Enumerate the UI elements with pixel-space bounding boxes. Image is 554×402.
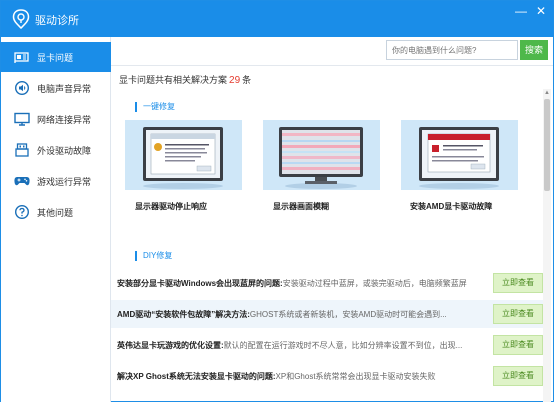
divider	[111, 65, 553, 66]
minimize-button[interactable]: —	[513, 4, 529, 18]
sidebar: 显卡问题 电脑声音异常 网络连接异常 外设驱动故障 游戏运行异常 其他问题	[1, 37, 111, 402]
quick-fix-card-driver-stopped[interactable]	[125, 120, 242, 190]
sidebar-item-network[interactable]: 网络连接异常	[1, 104, 111, 134]
sidebar-item-peripheral[interactable]: 外设驱动故障	[1, 135, 111, 165]
help-circle-icon	[15, 205, 29, 219]
window-title: 驱动诊所	[35, 15, 79, 27]
view-now-button[interactable]: 立即查看	[493, 304, 543, 324]
sidebar-item-other[interactable]: 其他问题	[1, 197, 111, 227]
search-button[interactable]: 搜索	[520, 40, 548, 60]
diy-fix-heading: DIY修复	[135, 251, 172, 261]
usb-device-icon	[15, 143, 29, 157]
sidebar-item-label: 网络连接异常	[37, 115, 92, 125]
diy-row-desc: XP和Ghost系统常常会出现显卡驱动安装失败	[275, 372, 436, 381]
app-window: 驱动诊所 — ✕ 显卡问题 电脑声音异常 网络连接异常 外设驱动故障 游戏运行异…	[0, 0, 554, 402]
diy-row-title: AMD驱动“安装软件包故障”解决方法:	[117, 310, 250, 319]
diy-row-desc: 默认的配置在运行游戏时不尽人意，比如分辨率设置不到位，出现...	[223, 341, 463, 350]
graphics-card-icon	[14, 52, 29, 63]
diy-row-text: 解决XP Ghost系统无法安装显卡驱动的问题:XP和Ghost系统常常会出现显…	[117, 371, 489, 382]
quick-fix-card-amd-driver[interactable]	[401, 120, 518, 190]
view-now-button[interactable]: 立即查看	[493, 335, 543, 355]
driver-error-dialog-icon	[125, 120, 242, 190]
app-logo-icon	[12, 9, 30, 29]
diy-row[interactable]: 安装部分显卡驱动Windows会出现蓝屏的问题:安装驱动过程中蓝屏，或装完驱动后…	[111, 269, 543, 297]
vertical-scrollbar[interactable]: ▲	[543, 89, 551, 402]
scroll-up-arrow-icon[interactable]: ▲	[543, 89, 551, 97]
sidebar-item-label: 外设驱动故障	[37, 146, 92, 156]
diy-row-text: 英伟达显卡玩游戏的优化设置:默认的配置在运行游戏时不尽人意，比如分辨率设置不到位…	[117, 340, 489, 351]
diy-row-title: 解决XP Ghost系统无法安装显卡驱动的问题:	[117, 372, 276, 381]
sidebar-item-label: 游戏运行异常	[37, 177, 92, 187]
sidebar-item-game[interactable]: 游戏运行异常	[1, 166, 111, 196]
sidebar-item-graphics-card[interactable]: 显卡问题	[1, 42, 111, 72]
quick-fix-heading: 一键修复	[135, 102, 175, 112]
main-content: 搜索 显卡问题共有相关解决方案29条 一键修复	[111, 37, 553, 402]
diy-row[interactable]: 英伟达显卡玩游戏的优化设置:默认的配置在运行游戏时不尽人意，比如分辨率设置不到位…	[111, 331, 543, 359]
diy-row-title: 英伟达显卡玩游戏的优化设置:	[117, 341, 224, 350]
monitor-network-icon	[14, 112, 30, 126]
diy-row-desc: 安装驱动过程中蓝屏，或装完驱动后，电脑频繁蓝屏	[282, 279, 467, 288]
sidebar-item-label: 显卡问题	[37, 53, 74, 63]
sidebar-item-sound[interactable]: 电脑声音异常	[1, 73, 111, 103]
card-caption: 显示器画面模糊	[273, 202, 329, 211]
search-input[interactable]	[386, 40, 518, 60]
solution-count: 29	[229, 75, 241, 86]
title-bar: 驱动诊所 — ✕	[1, 1, 553, 37]
solutions-summary: 显卡问题共有相关解决方案 29 条	[119, 73, 251, 86]
diy-row-text: 安装部分显卡驱动Windows会出现蓝屏的问题:安装驱动过程中蓝屏，或装完驱动后…	[117, 278, 489, 289]
card-caption: 显示器驱动停止响应	[135, 202, 207, 211]
summary-prefix: 显卡问题共有相关解决方案	[119, 75, 228, 85]
diy-row-title: 安装部分显卡驱动Windows会出现蓝屏的问题:	[117, 279, 283, 288]
diy-row[interactable]: AMD驱动“安装软件包故障”解决方法:GHOST系统或者新装机，安装AMD驱动时…	[111, 300, 543, 328]
summary-suffix: 条	[242, 75, 252, 85]
diy-row-desc: GHOST系统或者新装机，安装AMD驱动时可能会遇到...	[249, 310, 447, 319]
sidebar-item-label: 其他问题	[37, 208, 74, 218]
view-now-button[interactable]: 立即查看	[493, 273, 543, 293]
gamepad-icon	[14, 177, 30, 186]
blurry-monitor-icon	[263, 120, 380, 190]
close-button[interactable]: ✕	[533, 4, 549, 18]
amd-install-error-icon	[401, 120, 518, 190]
scroll-thumb[interactable]	[544, 99, 550, 191]
sidebar-item-label: 电脑声音异常	[37, 84, 92, 94]
diy-row[interactable]: 解决XP Ghost系统无法安装显卡驱动的问题:XP和Ghost系统常常会出现显…	[111, 362, 543, 390]
quick-fix-card-blurry-screen[interactable]	[263, 120, 380, 190]
diy-row-text: AMD驱动“安装软件包故障”解决方法:GHOST系统或者新装机，安装AMD驱动时…	[117, 309, 489, 320]
speaker-icon	[15, 81, 29, 95]
card-caption: 安装AMD显卡驱动故障	[410, 202, 493, 211]
view-now-button[interactable]: 立即查看	[493, 366, 543, 386]
